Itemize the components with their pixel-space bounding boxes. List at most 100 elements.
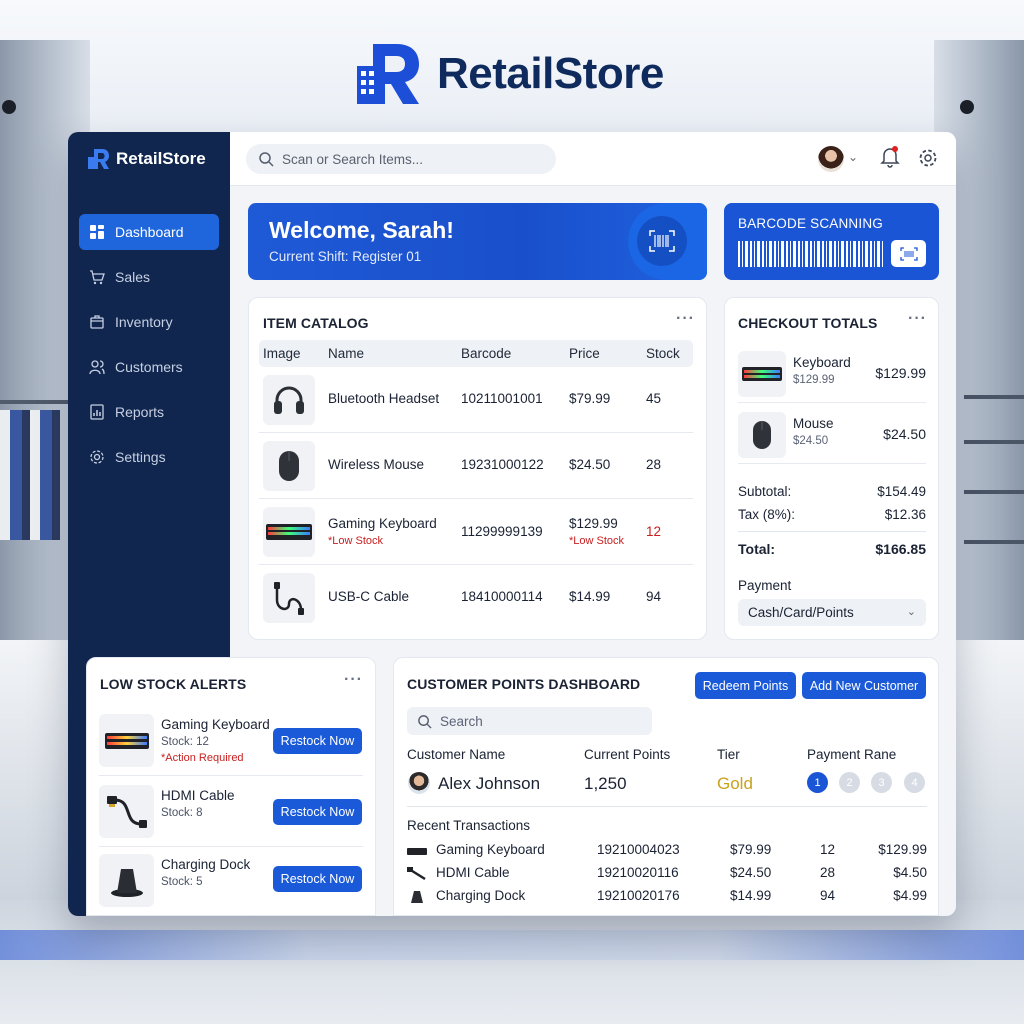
box-icon xyxy=(90,315,104,329)
item-stock: 45 xyxy=(646,391,662,406)
cable-icon xyxy=(263,573,315,623)
sidebar-brand: RetailStore xyxy=(88,148,206,170)
shift-info: Current Shift: Register 01 xyxy=(269,249,422,264)
keyboard-icon xyxy=(738,351,786,397)
gear-icon xyxy=(90,450,104,464)
add-customer-button[interactable]: Add New Customer xyxy=(802,672,926,699)
customer-search[interactable] xyxy=(407,707,652,735)
keyboard-icon xyxy=(263,507,315,557)
restock-button[interactable]: Restock Now xyxy=(273,866,362,892)
sidebar-item-inventory[interactable]: Inventory xyxy=(79,304,219,340)
gear-icon[interactable] xyxy=(918,148,938,168)
catalog-table-header: Image Name Barcode Price Stock xyxy=(259,340,693,367)
transaction-total: $129.99 xyxy=(878,842,927,857)
item-barcode: 19231000122 xyxy=(461,457,544,472)
transaction-item: Charging Dock xyxy=(436,888,526,903)
alert-item-stock: Stock: 12 xyxy=(161,736,209,748)
cart-item-unit-price: $129.99 xyxy=(793,374,835,386)
notification-dot xyxy=(892,146,898,152)
table-row[interactable]: Bluetooth Headset 10211001001 $79.99 45 xyxy=(259,367,693,433)
sidebar-item-reports[interactable]: Reports xyxy=(79,394,219,430)
customer-name[interactable]: Alex Johnson xyxy=(438,774,540,794)
customer-search-input[interactable] xyxy=(440,713,640,729)
page-button-4[interactable]: 4 xyxy=(904,772,925,793)
cart-item[interactable]: Mouse $24.50 $24.50 xyxy=(738,407,926,464)
column-header: Payment Rane xyxy=(807,747,897,762)
sidebar-item-label: Dashboard xyxy=(115,224,184,240)
column-header: Customer Name xyxy=(407,747,506,762)
item-stock: 28 xyxy=(646,457,662,472)
item-name: Gaming Keyboard xyxy=(328,516,437,531)
restock-button[interactable]: Restock Now xyxy=(273,728,362,754)
recent-transactions-title: Recent Transactions xyxy=(407,818,531,833)
sidebar-item-dashboard[interactable]: Dashboard xyxy=(79,214,219,250)
cart-item-unit-price: $24.50 xyxy=(793,435,829,447)
transaction-qty: 12 xyxy=(820,842,836,857)
transaction-price: $14.99 xyxy=(730,888,772,903)
sidebar-item-customers[interactable]: Customers xyxy=(79,349,219,385)
item-name: USB-C Cable xyxy=(328,589,410,604)
sidebar-item-label: Customers xyxy=(115,359,183,375)
hdmi-cable-icon xyxy=(99,785,154,838)
transaction-row[interactable]: Gaming Keyboard 19210004023 $79.99 12 $1… xyxy=(407,842,927,864)
chevron-down-icon[interactable]: ⌄ xyxy=(848,150,858,164)
item-stock: 12 xyxy=(646,524,662,539)
user-avatar[interactable] xyxy=(818,146,844,172)
item-stock: 94 xyxy=(646,589,662,604)
charging-dock-icon xyxy=(99,854,154,907)
table-row[interactable]: Wireless Mouse 19231000122 $24.50 28 xyxy=(259,433,693,499)
customer-points-card: CUSTOMER POINTS DASHBOARD Redeem Points … xyxy=(393,657,939,916)
page-button-2[interactable]: 2 xyxy=(839,772,860,793)
clothing-display xyxy=(0,410,60,540)
payment-method-select[interactable]: Cash/Card/Points ⌄ xyxy=(738,599,926,626)
customer-avatar xyxy=(408,772,430,794)
cart-item[interactable]: Keyboard $129.99 $129.99 xyxy=(738,346,926,403)
global-search[interactable] xyxy=(246,144,556,174)
transaction-row[interactable]: Charging Dock 19210020176 $14.99 94 $4.9… xyxy=(407,888,927,910)
search-input[interactable] xyxy=(282,151,542,167)
floor-light-strip xyxy=(0,930,1024,960)
divider xyxy=(738,531,926,532)
headset-icon xyxy=(263,375,315,425)
transaction-price: $24.50 xyxy=(730,865,772,880)
top-bar: ⌄ xyxy=(230,132,956,186)
more-options-icon[interactable]: ··· xyxy=(676,310,695,328)
column-header: Tier xyxy=(717,747,740,762)
keyboard-icon xyxy=(99,714,154,767)
transaction-total: $4.99 xyxy=(893,888,927,903)
table-row[interactable]: Gaming Keyboard *Low Stock 11299999139 $… xyxy=(259,499,693,565)
divider xyxy=(407,806,927,807)
alert-item: HDMI Cable Stock: 8 Restock Now xyxy=(99,779,363,847)
transaction-row[interactable]: HDMI Cable 19210020116 $24.50 28 $4.50 xyxy=(407,865,927,887)
item-name: Bluetooth Headset xyxy=(328,391,440,406)
transaction-barcode: 19210020116 xyxy=(597,865,679,880)
total-value: $166.85 xyxy=(875,541,926,557)
sidebar-item-sales[interactable]: Sales xyxy=(79,259,219,295)
checkout-totals-card: CHECKOUT TOTALS ··· Keyboard $129.99 $12… xyxy=(724,297,939,640)
more-options-icon[interactable]: ··· xyxy=(344,671,363,689)
scan-button[interactable] xyxy=(637,216,687,266)
dashboard-icon xyxy=(90,225,104,239)
redeem-points-button[interactable]: Redeem Points xyxy=(695,672,796,699)
table-row[interactable]: USB-C Cable 18410000114 $14.99 94 xyxy=(259,565,693,631)
barcode-scan-button[interactable] xyxy=(891,240,926,267)
ceiling-light xyxy=(2,100,16,114)
sidebar-item-settings[interactable]: Settings xyxy=(79,439,219,475)
sidebar-item-label: Reports xyxy=(115,404,165,420)
page-button-3[interactable]: 3 xyxy=(871,772,892,793)
item-name: Wireless Mouse xyxy=(328,457,425,472)
transaction-qty: 28 xyxy=(820,865,836,880)
item-price: $24.50 xyxy=(569,457,611,472)
action-required-note: *Action Required xyxy=(161,752,244,764)
more-options-icon[interactable]: ··· xyxy=(908,310,927,328)
sidebar-brand-name: RetailStore xyxy=(116,149,206,168)
alert-item-name: Gaming Keyboard xyxy=(161,717,270,732)
sidebar-nav: Dashboard Sales Inventory Customers Repo… xyxy=(79,214,219,484)
catalog-title: ITEM CATALOG xyxy=(263,315,369,331)
page-button-1[interactable]: 1 xyxy=(807,772,828,793)
transaction-qty: 94 xyxy=(820,888,836,903)
restock-button[interactable]: Restock Now xyxy=(273,799,362,825)
column-header: Current Points xyxy=(584,747,671,762)
transaction-barcode: 19210004023 xyxy=(597,842,680,857)
alert-item-stock: Stock: 8 xyxy=(161,807,203,819)
